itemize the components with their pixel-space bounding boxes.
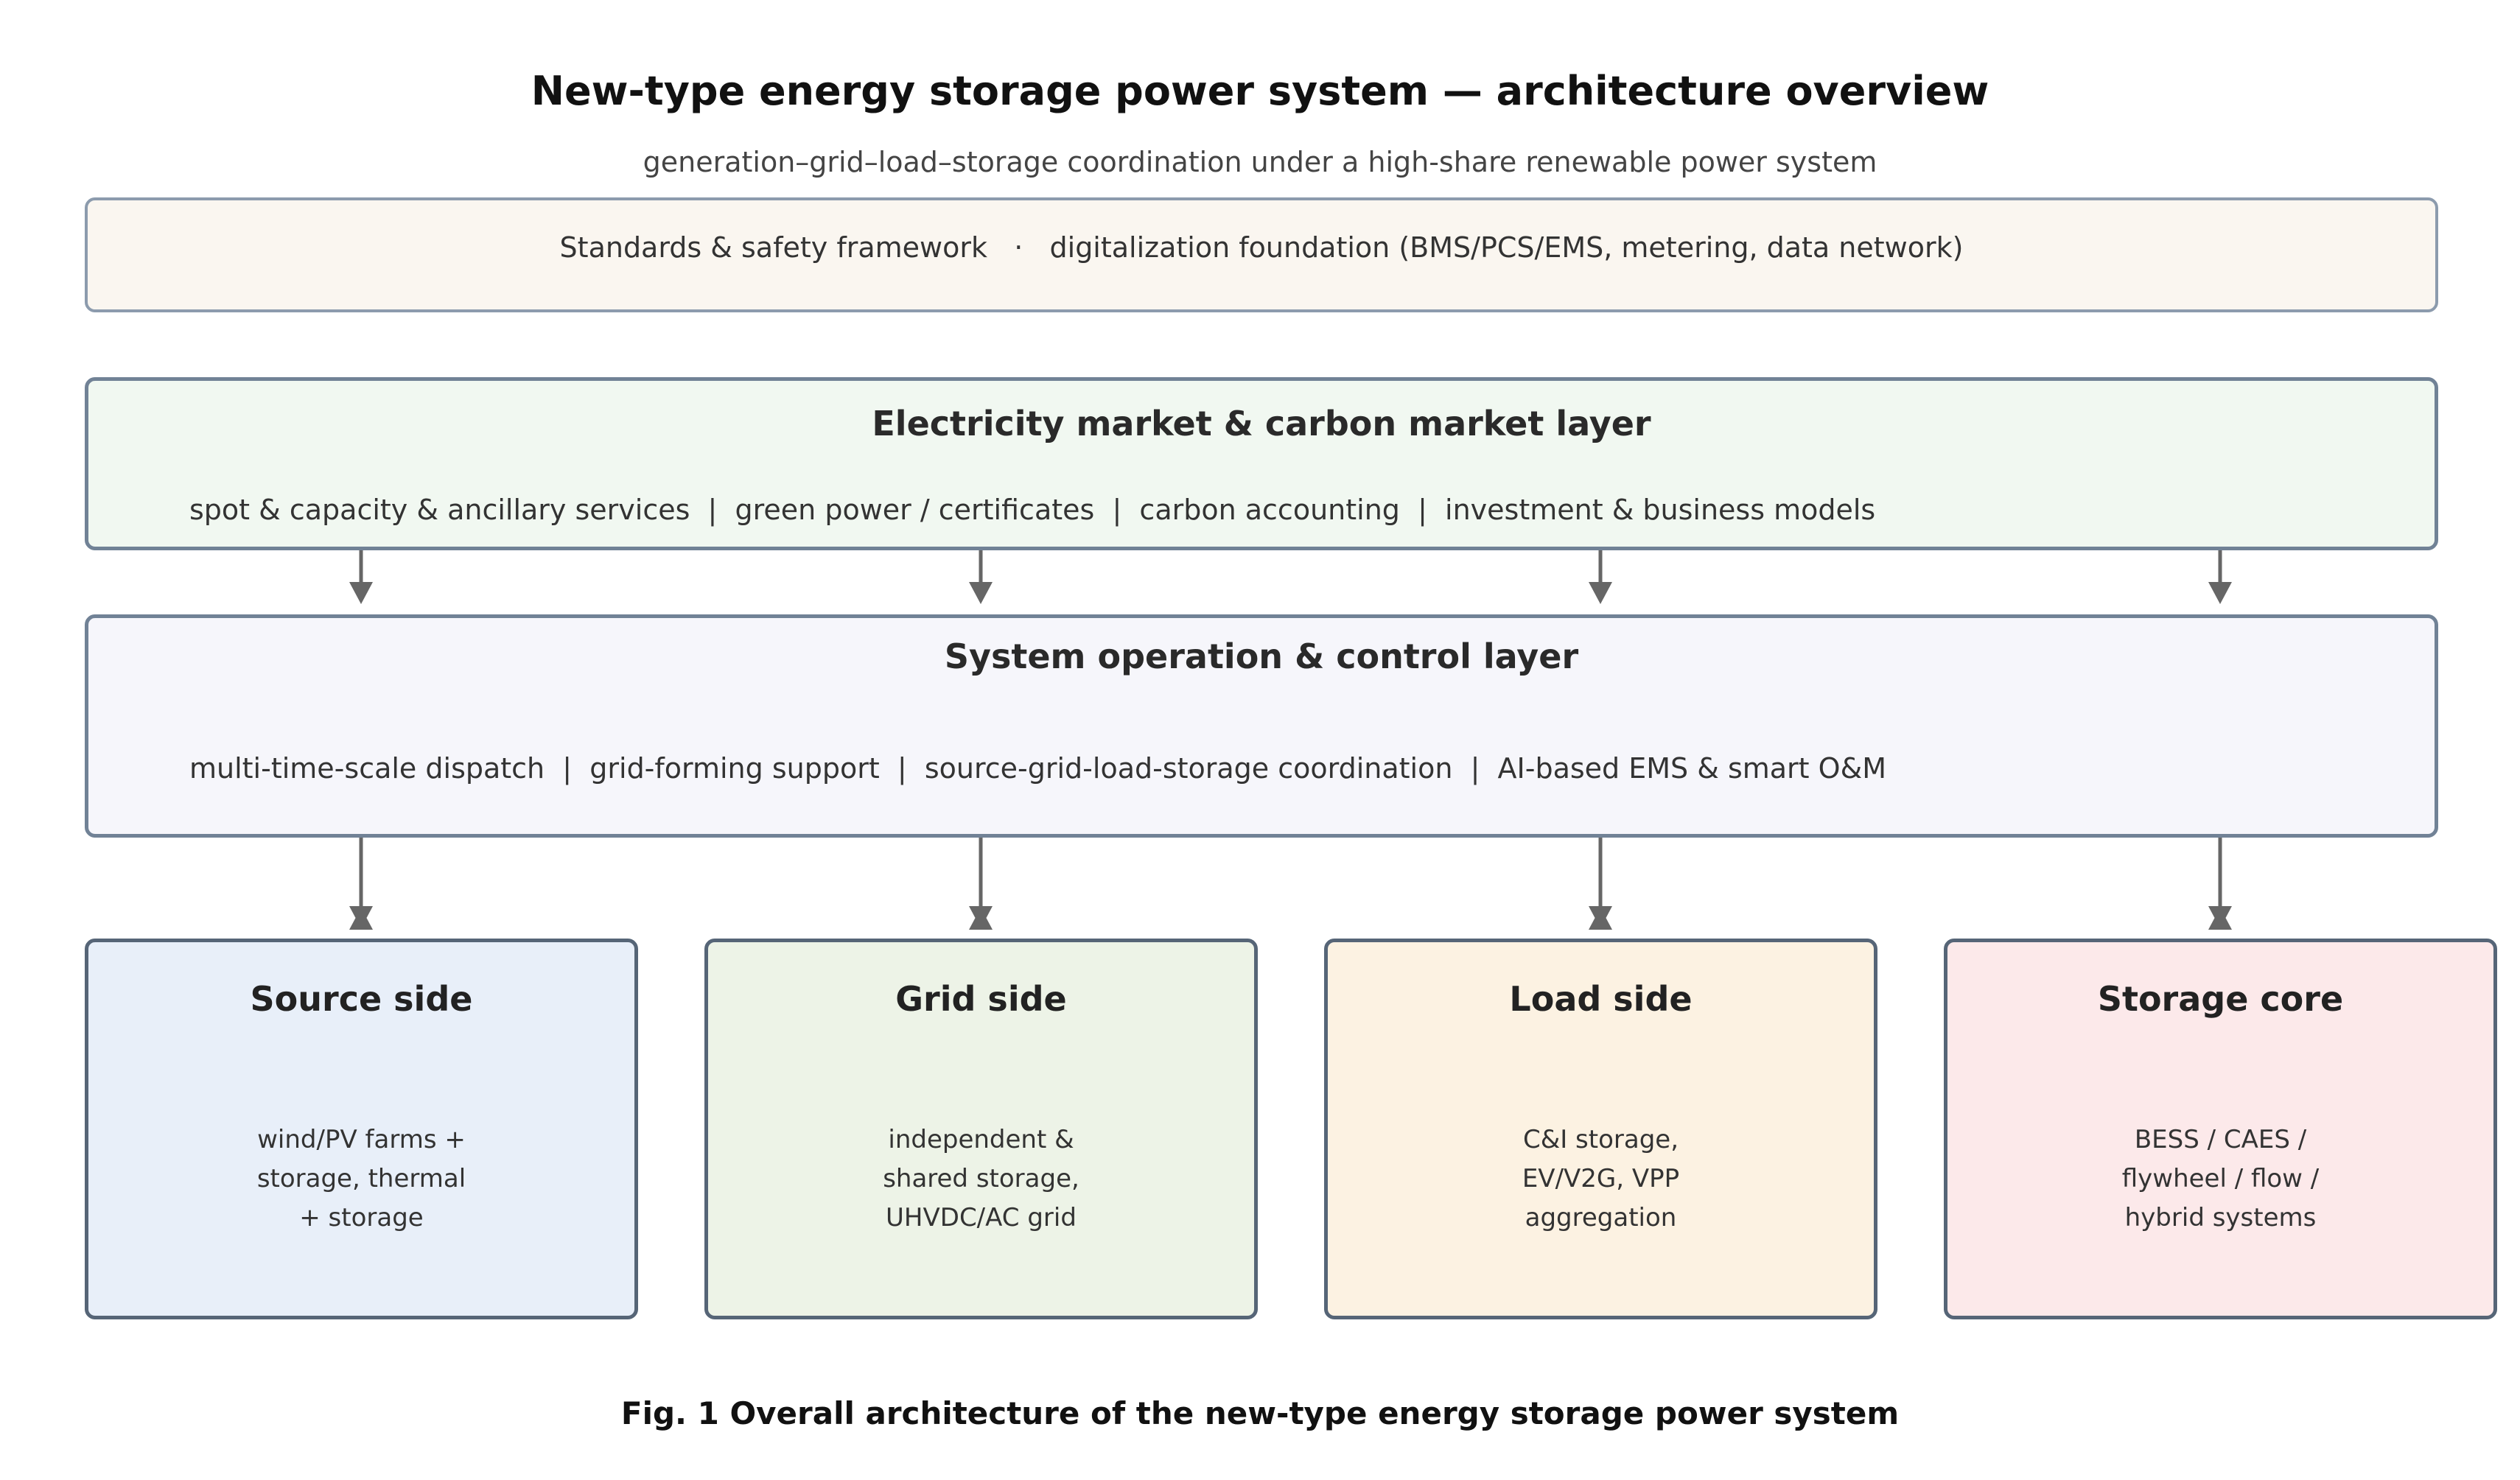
- diagram-title: New-type energy storage power system — a…: [531, 68, 1989, 114]
- grid-side-box: Grid side independent & shared storage, …: [704, 939, 1258, 1319]
- market-to-operation-arrow-1: [349, 550, 373, 604]
- load-side-line: C&I storage,: [1522, 1125, 1679, 1154]
- grid-side-line: shared storage,: [883, 1164, 1079, 1193]
- grid-side-line: UHVDC/AC grid: [886, 1203, 1077, 1232]
- load-side-line: aggregation: [1525, 1203, 1677, 1232]
- operation-layer-box: System operation & control layer multi-t…: [85, 614, 2438, 838]
- storage-core-line: BESS / CAES /: [2134, 1125, 2307, 1154]
- storage-core-description: BESS / CAES / flywheel / flow / hybrid s…: [1947, 1120, 2493, 1238]
- grid-side-title: Grid side: [895, 979, 1067, 1019]
- foundation-layer-text: Standards & safety framework · digitaliz…: [559, 231, 1964, 264]
- storage-core-line: hybrid systems: [2124, 1203, 2317, 1232]
- source-side-title: Source side: [250, 979, 473, 1019]
- storage-core-box: Storage core BESS / CAES / flywheel / fl…: [1944, 939, 2497, 1319]
- load-side-line: EV/V2G, VPP: [1522, 1164, 1680, 1193]
- grid-side-line: independent &: [888, 1125, 1074, 1154]
- market-layer-box: Electricity market & carbon market layer…: [85, 377, 2438, 550]
- diagram-subtitle: generation–grid–load–storage coordinatio…: [643, 146, 1877, 178]
- source-side-line: + storage: [299, 1203, 424, 1232]
- load-side-title: Load side: [1509, 979, 1693, 1019]
- operation-to-load-arrow: [1589, 838, 1612, 930]
- storage-core-line: flywheel / flow /: [2121, 1164, 2320, 1193]
- foundation-layer-box: Standards & safety framework · digitaliz…: [85, 197, 2438, 312]
- market-layer-items: spot & capacity & ancillary services | g…: [189, 494, 1876, 526]
- source-side-box: Source side wind/PV farms + storage, the…: [85, 939, 638, 1319]
- market-to-operation-arrow-2: [969, 550, 993, 604]
- market-layer-title: Electricity market & carbon market layer: [872, 404, 1651, 443]
- storage-core-title: Storage core: [2097, 979, 2344, 1019]
- grid-side-description: independent & shared storage, UHVDC/AC g…: [708, 1120, 1254, 1238]
- load-side-box: Load side C&I storage, EV/V2G, VPP aggre…: [1324, 939, 1877, 1319]
- operation-layer-items: multi-time-scale dispatch | grid-forming…: [189, 752, 1886, 785]
- figure-caption: Fig. 1 Overall architecture of the new-t…: [620, 1395, 1900, 1431]
- market-to-operation-arrow-4: [2208, 550, 2232, 604]
- source-side-description: wind/PV farms + storage, thermal + stora…: [88, 1120, 634, 1238]
- operation-layer-title: System operation & control layer: [944, 636, 1579, 676]
- source-side-line: wind/PV farms +: [257, 1125, 466, 1154]
- load-side-description: C&I storage, EV/V2G, VPP aggregation: [1328, 1120, 1874, 1238]
- operation-to-grid-arrow: [969, 838, 993, 930]
- operation-to-storage-arrow: [2208, 838, 2232, 930]
- operation-to-source-arrow: [349, 838, 373, 930]
- market-to-operation-arrow-3: [1589, 550, 1612, 604]
- source-side-line: storage, thermal: [256, 1164, 466, 1193]
